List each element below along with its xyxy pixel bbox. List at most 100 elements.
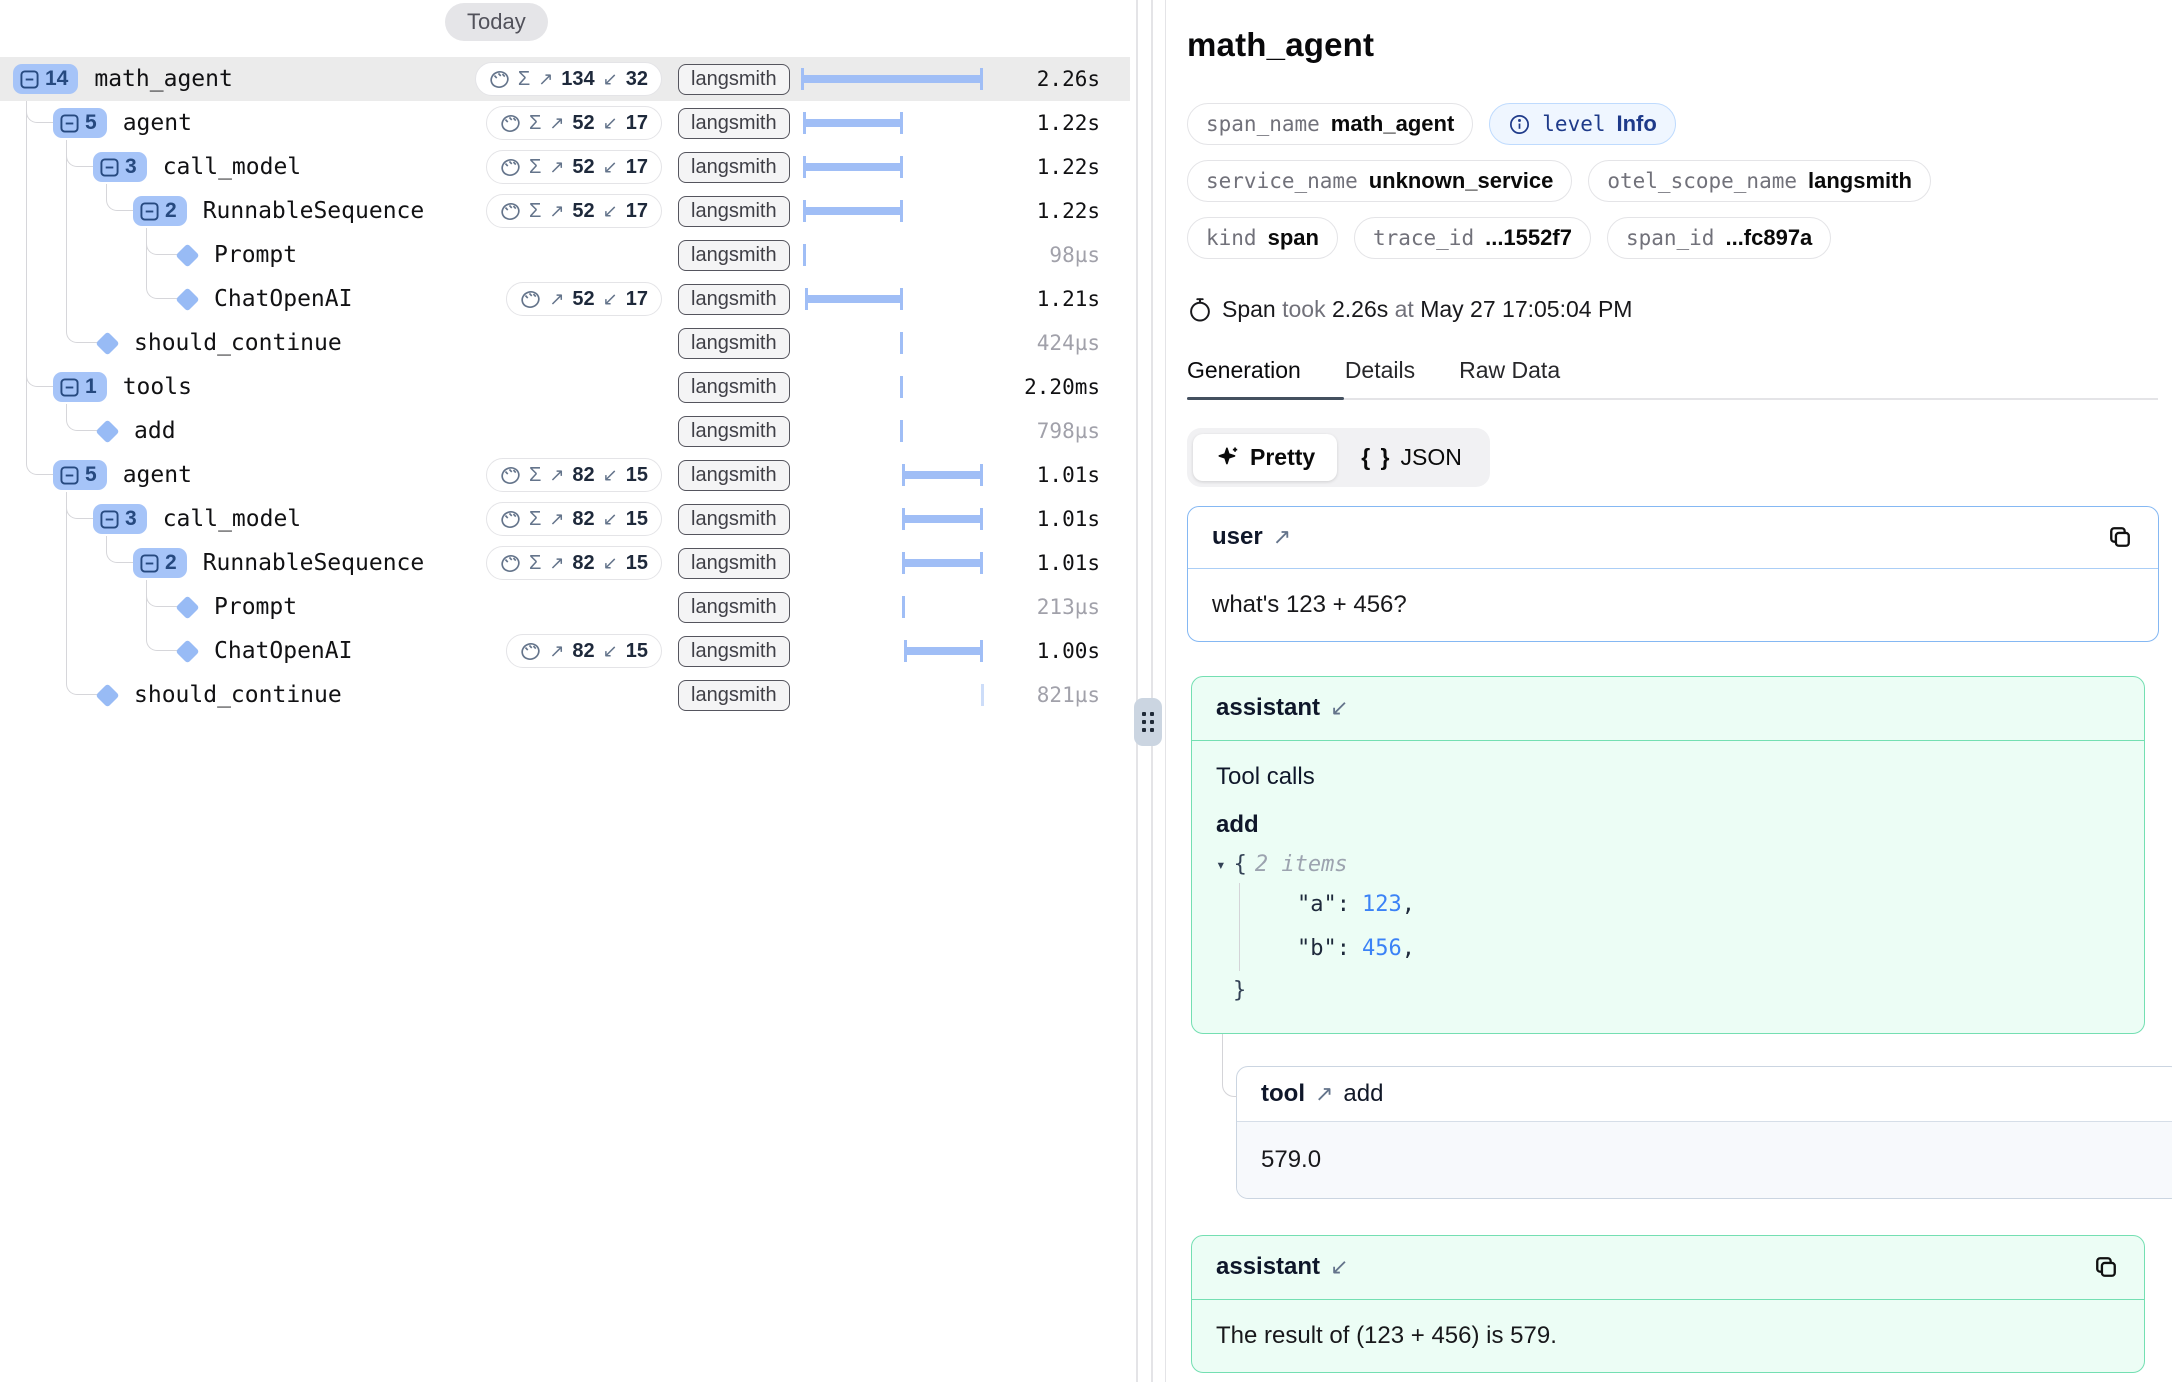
diamond-shape xyxy=(95,419,119,443)
message-card-assistant-final: assistant ↙ The result of (123 + 456) is… xyxy=(1191,1235,2145,1373)
trace-viewer: Today 14math_agentΣ↗134↙32langsmith2.26s… xyxy=(0,0,2172,1382)
provider-chip: langsmith xyxy=(678,108,790,139)
collapse-badge[interactable]: 1 xyxy=(53,372,107,402)
message-content: The result of (123 + 456) is 579. xyxy=(1192,1300,2144,1372)
view-toggle-pretty[interactable]: Pretty xyxy=(1193,434,1337,481)
open-brace: { xyxy=(1234,852,1247,877)
trace-row-ChatOpenAI[interactable]: ChatOpenAI↗82↙15langsmith1.00s xyxy=(0,629,1130,673)
provider-chip: langsmith xyxy=(678,240,790,271)
span-detail-panel: math_agent span_namemath_agentlevelInfos… xyxy=(1165,0,2172,1382)
node-label: should_continue xyxy=(134,330,342,356)
view-toggle-json[interactable]: { }JSON xyxy=(1339,434,1484,481)
node-label: ChatOpenAI xyxy=(214,286,352,312)
trace-row-call_model[interactable]: 3call_modelΣ↗82↙15langsmith1.01s xyxy=(0,497,1130,541)
trace-row-add[interactable]: addlangsmith798µs xyxy=(0,409,1130,453)
collapse-badge[interactable]: 3 xyxy=(93,152,147,182)
pill-value: Info xyxy=(1617,111,1657,137)
duration-label: 1.22s xyxy=(1037,145,1100,189)
tab-generation[interactable]: Generation xyxy=(1187,357,1301,384)
message-content: Tool calls add ▾ { 2 items "a":123,"b":4… xyxy=(1192,741,2144,1033)
collapse-badge[interactable]: 5 xyxy=(53,108,107,138)
pill-row: service_nameunknown_serviceotel_scope_na… xyxy=(1187,160,2158,202)
arrow-up-right-icon: ↗ xyxy=(549,553,564,574)
leaf-diamond-icon xyxy=(176,596,198,618)
tab-details[interactable]: Details xyxy=(1345,357,1415,384)
meta-pill-level: levelInfo xyxy=(1489,103,1676,145)
node-label: tools xyxy=(123,374,192,400)
trace-row-Prompt[interactable]: Promptlangsmith98µs xyxy=(0,233,1130,277)
tokens-icon xyxy=(500,113,521,134)
node-label: agent xyxy=(123,462,192,488)
meta-pill-otel_scope_name: otel_scope_namelangsmith xyxy=(1588,160,1931,202)
tokens-icon xyxy=(500,509,521,530)
collapse-badge[interactable]: 3 xyxy=(93,504,147,534)
duration-label: 98µs xyxy=(1049,233,1100,277)
child-count: 5 xyxy=(85,463,97,487)
node-label: should_continue xyxy=(134,682,342,708)
trace-row-should_continue[interactable]: should_continuelangsmith424µs xyxy=(0,321,1130,365)
tab-raw-data[interactable]: Raw Data xyxy=(1459,357,1560,384)
trace-row-agent[interactable]: 5agentΣ↗52↙17langsmith1.22s xyxy=(0,101,1130,145)
trace-tree-panel: Today 14math_agentΣ↗134↙32langsmith2.26s… xyxy=(0,0,1130,1382)
trace-row-RunnableSequence[interactable]: 2RunnableSequenceΣ↗52↙17langsmith1.22s xyxy=(0,189,1130,233)
role-label: assistant xyxy=(1216,1253,1320,1281)
duration-tick xyxy=(900,376,903,398)
duration-label: 1.00s xyxy=(1037,629,1100,673)
collapse-badge[interactable]: 2 xyxy=(133,548,187,578)
output-tokens: 15 xyxy=(626,640,648,663)
duration-label: 798µs xyxy=(1037,409,1100,453)
duration-bar xyxy=(801,68,983,90)
duration-tick xyxy=(803,244,806,266)
meta-pill-trace_id: trace_id...1552f7 xyxy=(1354,217,1591,259)
json-collapse-toggle[interactable]: ▾ { 2 items xyxy=(1216,847,2120,883)
token-usage-pill: Σ↗52↙17 xyxy=(486,194,662,228)
panel-divider[interactable] xyxy=(1130,0,1165,1382)
provider-chip: langsmith xyxy=(678,64,790,95)
provider-chip: langsmith xyxy=(678,592,790,623)
duration-bar xyxy=(902,464,983,486)
token-usage-pill: Σ↗82↙15 xyxy=(486,458,662,492)
arrow-down-left-icon: ↙ xyxy=(603,641,618,662)
role-label: assistant xyxy=(1216,694,1320,722)
sigma-icon: Σ xyxy=(529,200,541,223)
arrow-up-right-icon: ↗ xyxy=(549,509,564,530)
trace-row-math_agent[interactable]: 14math_agentΣ↗134↙32langsmith2.26s xyxy=(0,57,1130,101)
drag-dots-icon xyxy=(1142,712,1154,732)
tokens-icon xyxy=(500,157,521,178)
trace-row-Prompt[interactable]: Promptlangsmith213µs xyxy=(0,585,1130,629)
detail-tabs: Generation Details Raw Data xyxy=(1187,357,2158,400)
arrow-down-left-icon: ↙ xyxy=(603,553,618,574)
duration-label: 1.01s xyxy=(1037,453,1100,497)
arrow-down-left-icon: ↙ xyxy=(603,113,618,134)
trace-row-agent[interactable]: 5agentΣ↗82↙15langsmith1.01s xyxy=(0,453,1130,497)
collapse-icon xyxy=(140,202,159,221)
json-comma: , xyxy=(1402,892,1415,917)
page-title: math_agent xyxy=(1187,26,2158,64)
took-part: 2.26s xyxy=(1326,296,1389,322)
duration-label: 1.21s xyxy=(1037,277,1100,321)
divider-drag-handle[interactable] xyxy=(1134,698,1162,746)
collapse-badge[interactable]: 5 xyxy=(53,460,107,490)
view-toggle-label: Pretty xyxy=(1250,444,1315,471)
divider-line xyxy=(1151,0,1153,1382)
trace-row-RunnableSequence[interactable]: 2RunnableSequenceΣ↗82↙15langsmith1.01s xyxy=(0,541,1130,585)
trace-row-should_continue[interactable]: should_continuelangsmith821µs xyxy=(0,673,1130,717)
copy-button[interactable] xyxy=(2092,1253,2120,1281)
copy-button[interactable] xyxy=(2106,523,2134,551)
duration-label: 424µs xyxy=(1037,321,1100,365)
token-usage-pill: Σ↗82↙15 xyxy=(486,546,662,580)
collapse-badge[interactable]: 2 xyxy=(133,196,187,226)
trace-row-tools[interactable]: 1toolslangsmith2.20ms xyxy=(0,365,1130,409)
collapse-badge[interactable]: 14 xyxy=(13,64,78,94)
arrow-down-left-icon: ↙ xyxy=(603,465,618,486)
message-card-user: user ↗ what's 123 + 456? xyxy=(1187,506,2159,642)
leaf-diamond-icon xyxy=(176,244,198,266)
chevron-down-icon: ▾ xyxy=(1216,855,1226,874)
trace-row-ChatOpenAI[interactable]: ChatOpenAI↗52↙17langsmith1.21s xyxy=(0,277,1130,321)
tool-calls-label: Tool calls xyxy=(1216,763,2120,791)
input-tokens: 134 xyxy=(561,68,594,91)
arrow-up-right-icon: ↗ xyxy=(549,113,564,134)
trace-row-call_model[interactable]: 3call_modelΣ↗52↙17langsmith1.22s xyxy=(0,145,1130,189)
diamond-shape xyxy=(95,683,119,707)
duration-label: 1.01s xyxy=(1037,497,1100,541)
